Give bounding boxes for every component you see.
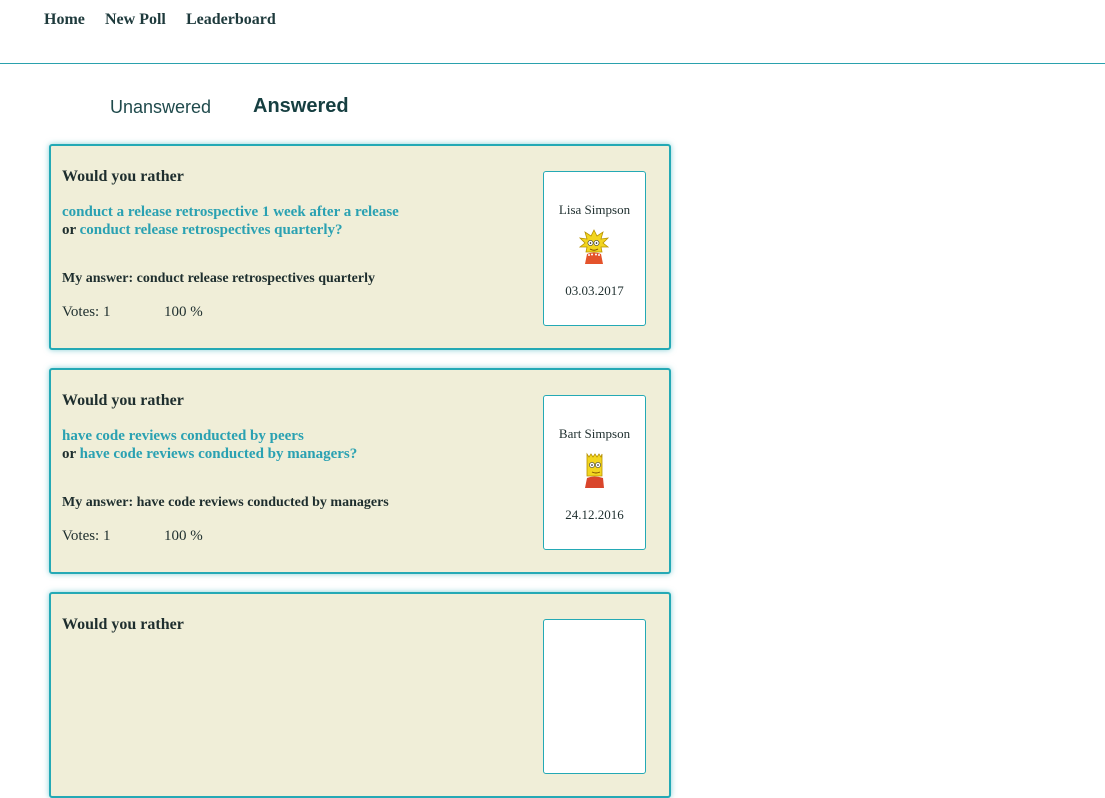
vote-count: Votes: 1 bbox=[62, 304, 111, 320]
nav-new-poll-link[interactable]: New Poll bbox=[105, 11, 166, 29]
vote-count: Votes: 1 bbox=[62, 528, 111, 544]
bart-simpson-avatar-icon bbox=[585, 452, 604, 488]
poll-heading: Would you rather bbox=[62, 616, 184, 633]
author-box: Lisa Simpson 03.03.2017 bbox=[543, 171, 646, 326]
nav-home-link[interactable]: Home bbox=[44, 11, 85, 29]
my-answer: My answer: conduct release retrospective… bbox=[62, 271, 375, 286]
nav-leaderboard-link[interactable]: Leaderboard bbox=[186, 11, 276, 29]
poll-option-one[interactable]: conduct a release retrospective 1 week a… bbox=[62, 204, 399, 221]
vote-percentage: 100 % bbox=[164, 528, 203, 544]
poll-option-two-line: or have code reviews conducted by manage… bbox=[62, 446, 357, 463]
top-navigation: Home New Poll Leaderboard bbox=[0, 0, 1105, 64]
or-word: or bbox=[62, 222, 76, 238]
poll-option-two-line: or conduct release retrospectives quarte… bbox=[62, 222, 343, 239]
vote-percentage: 100 % bbox=[164, 304, 203, 320]
author-name: Lisa Simpson bbox=[558, 202, 631, 217]
poll-card[interactable]: Would you rather bbox=[49, 592, 671, 798]
tab-answered[interactable]: Answered bbox=[253, 95, 349, 118]
poll-heading: Would you rather bbox=[62, 392, 184, 409]
author-name: Bart Simpson bbox=[558, 426, 631, 441]
poll-option-two[interactable]: conduct release retrospectives quarterly… bbox=[80, 222, 343, 238]
author-box bbox=[543, 619, 646, 774]
poll-date: 24.12.2016 bbox=[565, 507, 624, 522]
author-box: Bart Simpson 24.12.2016 bbox=[543, 395, 646, 550]
tab-unanswered[interactable]: Unanswered bbox=[110, 97, 211, 118]
poll-date: 03.03.2017 bbox=[565, 283, 624, 298]
poll-card[interactable]: Would you rather have code reviews condu… bbox=[49, 368, 671, 574]
poll-option-one[interactable]: have code reviews conducted by peers bbox=[62, 428, 304, 445]
poll-card[interactable]: Would you rather conduct a release retro… bbox=[49, 144, 671, 350]
poll-option-two[interactable]: have code reviews conducted by managers? bbox=[80, 446, 358, 462]
poll-heading: Would you rather bbox=[62, 168, 184, 185]
my-answer: My answer: have code reviews conducted b… bbox=[62, 495, 389, 510]
lisa-simpson-avatar-icon bbox=[579, 229, 609, 264]
or-word: or bbox=[62, 446, 76, 462]
